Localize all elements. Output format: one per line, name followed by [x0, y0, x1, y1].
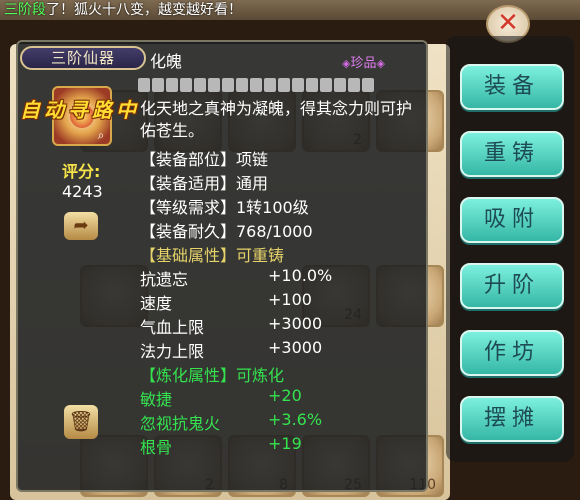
share-button[interactable]: ➦ [64, 212, 98, 240]
refine-attr-name: 忽视抗鬼火 [140, 414, 221, 433]
rank-tag: 三阶仙器 [20, 46, 146, 70]
attr-name: 速度 [140, 294, 173, 313]
refine-attr-value: +20 [268, 386, 302, 405]
workshop-button[interactable]: 作坊 [460, 330, 564, 376]
refine-attr-value: +19 [268, 434, 302, 453]
refine-attr-name: 敏捷 [140, 390, 173, 409]
quality-badge: ◈珍品◈ [342, 52, 385, 71]
attr-name: 气血上限 [140, 318, 205, 337]
durability-line: 【装备耐久】768/1000 [140, 222, 313, 241]
upgrade-button[interactable]: 升阶 [460, 263, 564, 309]
socket-bar [138, 78, 374, 92]
auto-path-indicator: 自动寻路中 [20, 98, 140, 122]
refine-attr-value: +3.6% [268, 410, 323, 429]
refine-attr-name: 根骨 [140, 438, 173, 457]
attr-value: +10.0% [268, 266, 333, 285]
trash-icon: 🗑 [68, 409, 94, 433]
sell-stall-button[interactable]: 摆摊 [460, 396, 564, 442]
attr-value: +3000 [268, 314, 323, 333]
attr-value: +3000 [268, 338, 323, 357]
equip-button[interactable]: 装备 [460, 64, 564, 110]
share-icon: ➦ [73, 215, 89, 236]
absorb-button[interactable]: 吸附 [460, 197, 564, 243]
scrolling-banner: 三阶段了！狐火十八变，越变越好看！ [0, 0, 242, 20]
equip-slot-line: 【装备部位】项链 [140, 150, 269, 169]
attr-value: +100 [268, 290, 312, 309]
item-name: 化魄 [150, 52, 183, 71]
recast-button[interactable]: 重铸 [460, 131, 564, 177]
item-description: 化天地之真神为凝魄，得其念力则可护佑苍生。 [140, 99, 413, 140]
equip-usage-line: 【装备适用】通用 [140, 174, 269, 193]
score-value: 4243 [62, 182, 103, 201]
banner-highlight: 三阶段 [4, 2, 46, 18]
quality-label: 珍品 [350, 56, 377, 71]
banner-message: 了！狐火十八变，越变越好看！ [46, 2, 242, 18]
score-label: 评分: [62, 162, 101, 181]
level-requirement-line: 【等级需求】1转100级 [140, 198, 309, 217]
quality-swirl-icon: ◈ [376, 57, 385, 70]
attr-name: 法力上限 [140, 342, 205, 361]
refine-attr-header: 【炼化属性】可炼化 [140, 366, 285, 385]
discard-button[interactable]: 🗑 [64, 405, 98, 439]
attr-name: 抗遗忘 [140, 270, 189, 289]
base-attr-header: 【基础属性】可重铸 [140, 246, 285, 265]
magnify-icon[interactable]: ⌕ [94, 128, 108, 142]
